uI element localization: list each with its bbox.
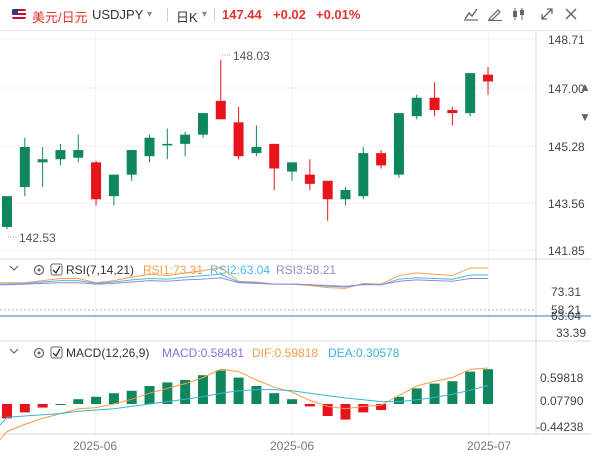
candle-body bbox=[340, 190, 351, 200]
candle-body bbox=[37, 159, 48, 163]
macd-bar bbox=[304, 404, 315, 407]
price-tick: 143.56 bbox=[548, 197, 585, 211]
macd-header: MACD(12,26,9) MACD:0.58481 DIF:0.59818 D… bbox=[9, 346, 400, 360]
macd-series bbox=[0, 367, 493, 440]
macd-tick: -0.44238 bbox=[536, 420, 584, 434]
macd-value: MACD:0.58481 bbox=[162, 346, 244, 360]
rsi-title: RSI(7,14,21) bbox=[66, 263, 134, 277]
rsi-tick: 73.31 bbox=[551, 285, 581, 299]
candle-body bbox=[108, 174, 119, 197]
collapse-icon[interactable] bbox=[8, 265, 20, 271]
candle-body bbox=[358, 153, 369, 197]
candle-body bbox=[91, 162, 102, 200]
macd-bar bbox=[465, 371, 476, 404]
macd-tick: 0.07790 bbox=[540, 394, 584, 408]
low-annotation: 142.53 bbox=[19, 231, 56, 245]
time-tick: 2025-06 bbox=[73, 439, 117, 453]
candle-body bbox=[73, 150, 84, 158]
candle-body bbox=[304, 174, 315, 184]
candle-body bbox=[233, 122, 244, 157]
macd-bar bbox=[55, 404, 66, 405]
macd-bar bbox=[144, 386, 155, 404]
candle-body bbox=[322, 180, 333, 200]
macd-bar bbox=[322, 404, 333, 416]
price-tick: 141.85 bbox=[548, 244, 585, 258]
candle-body bbox=[447, 110, 458, 114]
rsi-tick: 33.39 bbox=[556, 326, 586, 340]
candle-body bbox=[197, 113, 208, 135]
macd-title: MACD(12,26,9) bbox=[66, 346, 149, 360]
candle-body bbox=[393, 113, 404, 175]
candle-body bbox=[465, 73, 476, 114]
candle-body bbox=[215, 100, 226, 120]
dea-value: DEA:0.30578 bbox=[328, 346, 400, 360]
macd-bar bbox=[287, 399, 298, 404]
macd-bar bbox=[108, 393, 119, 404]
macd-bar bbox=[340, 404, 351, 420]
candle-body bbox=[162, 143, 173, 146]
macd-toggle-checkbox[interactable] bbox=[50, 346, 63, 359]
price-tick: 145.28 bbox=[548, 140, 585, 154]
macd-bar bbox=[197, 375, 208, 404]
candle-body bbox=[144, 137, 155, 157]
macd-bar bbox=[215, 370, 226, 404]
dif-value: DIF:0.59818 bbox=[252, 346, 318, 360]
candle-body bbox=[55, 150, 66, 160]
candle-body bbox=[126, 150, 137, 175]
candle-body bbox=[376, 153, 387, 166]
macd-bar bbox=[2, 404, 12, 419]
time-tick: 2025-07 bbox=[467, 439, 511, 453]
scroll-down-icon[interactable]: ▼ bbox=[579, 110, 591, 124]
macd-bar bbox=[126, 390, 137, 404]
price-tick: 148.71 bbox=[548, 33, 585, 47]
candle-body bbox=[180, 134, 191, 144]
rsi3-value: RSI3:58.21 bbox=[276, 263, 336, 277]
macd-bar bbox=[37, 404, 48, 408]
candle-body bbox=[19, 146, 30, 187]
candle-body bbox=[2, 196, 12, 227]
macd-bar bbox=[411, 388, 422, 404]
collapse-icon[interactable] bbox=[9, 348, 19, 354]
candlestick-series bbox=[2, 59, 493, 230]
rsi-tick: 63.04 bbox=[551, 309, 581, 323]
macd-bar bbox=[429, 383, 440, 404]
settings-icon[interactable] bbox=[33, 347, 45, 359]
candle-body bbox=[287, 162, 298, 172]
chart-canvas[interactable]: 148.03 142.53 148.71 147.00 145.28 143.5… bbox=[0, 0, 591, 458]
macd-bar bbox=[73, 399, 84, 404]
macd-bar bbox=[19, 404, 30, 413]
macd-bar bbox=[358, 404, 369, 413]
time-tick: 2025-06 bbox=[270, 439, 314, 453]
candle-body bbox=[411, 97, 422, 117]
macd-bar bbox=[447, 381, 458, 404]
scroll-up-icon[interactable]: ▲ bbox=[579, 80, 591, 94]
macd-bar bbox=[269, 393, 280, 404]
macd-bar bbox=[91, 396, 102, 404]
candle-body bbox=[269, 143, 280, 169]
candle-body bbox=[251, 146, 262, 154]
macd-bar bbox=[251, 386, 262, 404]
rsi-toggle-checkbox[interactable] bbox=[50, 263, 63, 276]
high-annotation: 148.03 bbox=[233, 49, 270, 63]
candle-body bbox=[483, 74, 493, 82]
settings-icon[interactable] bbox=[33, 264, 45, 276]
macd-tick: 0.59818 bbox=[540, 371, 584, 385]
candle-body bbox=[429, 97, 440, 111]
